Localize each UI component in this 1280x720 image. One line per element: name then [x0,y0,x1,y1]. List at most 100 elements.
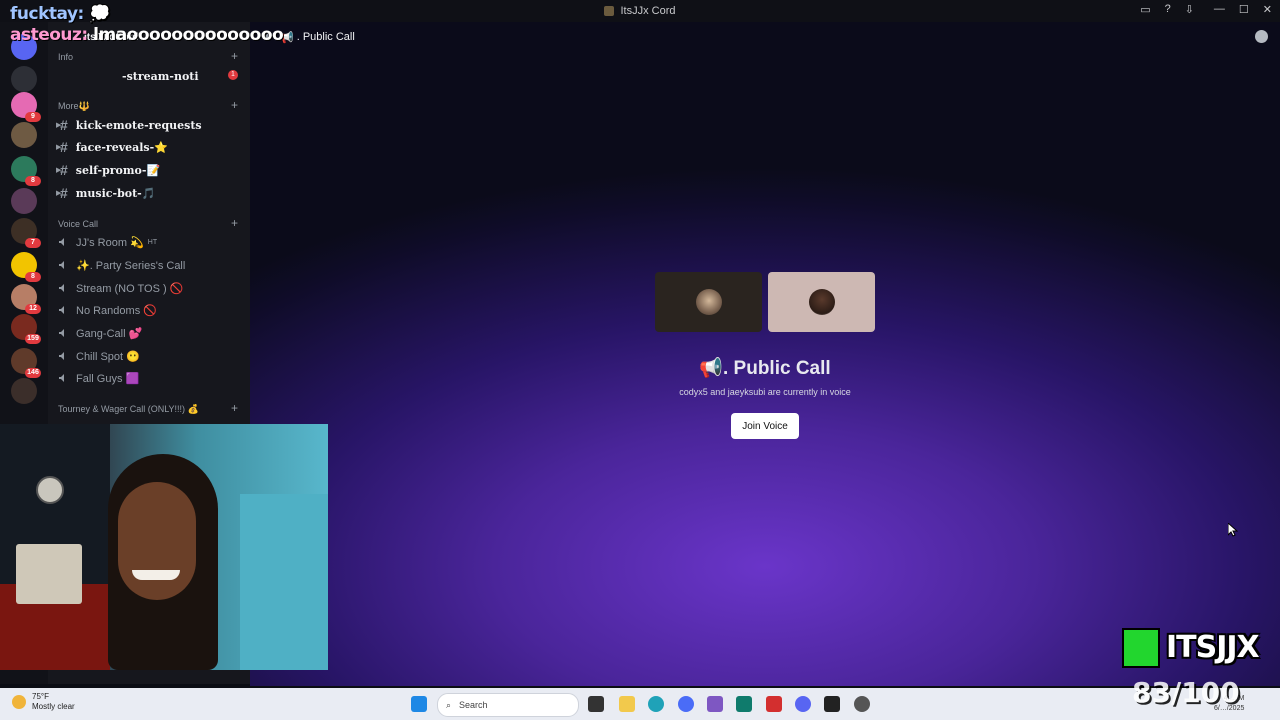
app-icon[interactable] [707,696,723,712]
voice-channel-gang-call[interactable]: Gang-Call 💕 [58,323,142,343]
server-icon[interactable] [11,188,37,214]
server-icon[interactable]: 159 [11,314,41,344]
server-badge: 8 [25,272,41,282]
window-tools: ▭ ? ⇩ [1140,3,1194,16]
watermark-score: 83/100 [1132,676,1240,709]
server-icon[interactable]: 12 [11,284,41,314]
windows-start-icon[interactable] [411,696,427,712]
speech-bubble-icon: 💭 [89,4,110,24]
server-badge: 9 [25,112,41,122]
edge-browser-icon[interactable] [648,696,664,712]
voice-channel-no-randoms[interactable]: No Randoms 🚫 [58,300,157,320]
chat-line: asteouz: lmaoooooooooooooo [10,25,284,46]
channel-tag: HT [147,238,158,246]
server-icon[interactable]: 7 [11,218,41,248]
channel-self-promo[interactable]: ▶ # self-promo-📝 [56,160,161,180]
weather-widget[interactable]: 75°F Mostly clear [12,692,75,712]
star-server-icon[interactable]: 8 [11,252,41,282]
category-tourney-wager[interactable]: Tourney & Wager Call (ONLY!!!) 💰 [58,404,199,415]
chat-line: fucktay: 💭 [10,4,283,25]
voice-channel-stream[interactable]: Stream (NO TOS ) 🚫 [58,278,183,298]
megaphone-icon: 📢 [699,358,723,379]
store-icon[interactable] [736,696,752,712]
streamer-smile [132,570,180,580]
speaker-icon [59,329,64,337]
kick-logo-icon [1122,628,1160,668]
mouse-cursor-icon [1228,523,1238,537]
weather-text: 75°F Mostly clear [32,692,75,712]
add-channel-icon[interactable]: + [231,401,238,415]
add-channel-icon[interactable]: + [231,49,238,63]
participant-tile[interactable] [768,272,875,332]
call-title-row: 📢. Public Call [0,356,1280,380]
unread-badge: 1 [228,70,238,80]
call-title: . Public Call [722,358,831,379]
chat-icon[interactable] [1255,30,1268,43]
server-badge: 12 [25,304,41,314]
webcam-overlay [0,424,328,670]
maximize-button[interactable]: ☐ [1239,3,1249,16]
add-channel-icon[interactable]: + [231,216,238,230]
speaker-icon [59,306,64,314]
speaker-icon [59,284,64,292]
server-badge: 7 [25,238,41,248]
participant-tiles [655,272,875,332]
weather-desc: Mostly clear [32,702,75,711]
channel-label: JJ's Room 💫 [76,236,144,249]
app-icon [604,6,615,16]
speaker-icon [59,238,64,246]
chat-username: fucktay: [10,4,84,24]
voice-channel-jjs-room[interactable]: JJ's Room 💫 HT [58,232,157,252]
avatar [808,289,835,315]
channel-stream-noti[interactable]: -stream-noti [122,66,199,86]
channel-label: kick-emote-requests [75,118,202,132]
window-controls: — ☐ ✕ [1214,3,1272,16]
help-icon[interactable]: ? [1165,3,1171,16]
expand-arrow-icon: ▶ [56,144,62,151]
channel-label: Gang-Call 💕 [76,327,143,340]
window-title: ItsJJx Cord [620,5,676,17]
header-title: . Public Call [296,31,355,43]
search-icon: ⌕ [446,699,452,710]
watermark-brand: ITSJJX [1166,630,1260,665]
app-icon[interactable] [678,696,694,712]
channel-kick-emote-requests[interactable]: ▶ # kick-emote-requests [56,115,202,135]
taskbar-search[interactable]: ⌕ Search [437,693,579,717]
expand-arrow-icon: ▶ [56,190,62,197]
add-channel-icon[interactable]: + [231,98,238,112]
join-voice-button[interactable]: Join Voice [731,413,799,439]
category-info[interactable]: Info [58,52,73,62]
stream-chat-overlay: fucktay: 💭 asteouz: lmaoooooooooooooo [10,4,284,46]
minimize-button[interactable]: — [1214,3,1225,16]
task-view-icon[interactable] [588,696,604,712]
chat-message: lmaoooooooooooooo [93,25,284,45]
server-badge: 8 [25,176,41,186]
server-icon[interactable]: 9 [11,92,41,122]
category-more[interactable]: More🔱 [58,101,90,112]
close-button[interactable]: ✕ [1263,3,1272,16]
voice-channel-party-series[interactable]: ✨. Party Series's Call [58,255,185,275]
download-icon[interactable]: ⇩ [1185,3,1194,16]
server-icon[interactable] [11,66,37,92]
category-voice-call[interactable]: Voice Call [58,219,98,229]
epic-games-icon[interactable] [824,696,840,712]
wall-clock-icon [36,476,64,504]
channel-label: music-bot-🎵 [75,186,156,200]
voice-call-view: 📢 . Public Call [250,22,1280,686]
participant-tile[interactable] [655,272,762,332]
server-icon[interactable] [11,122,37,148]
appliance [16,544,82,604]
channel-label: self-promo-📝 [75,163,161,177]
discord-taskbar-icon[interactable] [795,696,811,712]
speaker-icon [59,261,64,269]
app-icon[interactable] [854,696,870,712]
inbox-icon[interactable]: ▭ [1140,3,1150,16]
channel-music-bot[interactable]: ▶ # music-bot-🎵 [56,183,156,203]
server-icon[interactable]: 8 [11,156,41,186]
expand-arrow-icon: ▶ [56,122,62,129]
channel-face-reveals[interactable]: ▶ # face-reveals-⭐ [56,137,168,157]
file-explorer-icon[interactable] [619,696,635,712]
channel-label: face-reveals-⭐ [75,140,168,154]
app-icon[interactable] [766,696,782,712]
channel-label: -stream-noti [122,69,199,83]
